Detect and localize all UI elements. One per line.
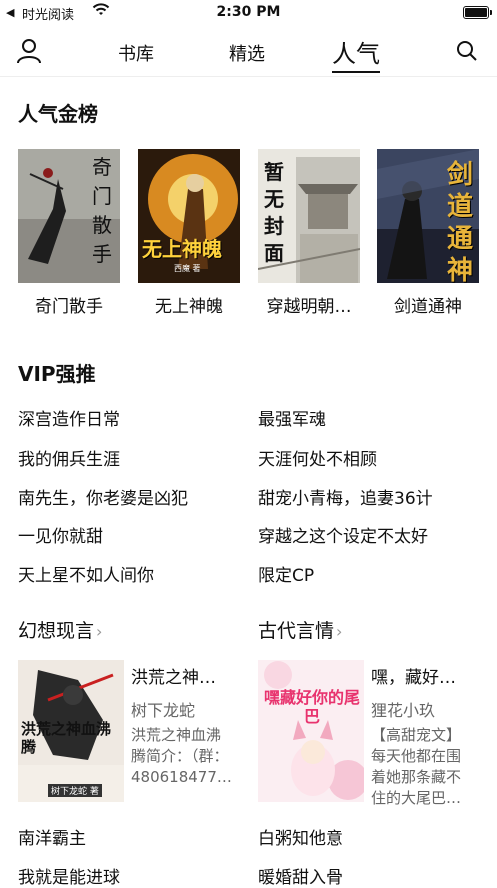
status-bar: ◀ 时光阅读 2:30 PM [0,0,497,26]
battery-icon [463,6,492,19]
category-fantasy-cover[interactable]: 洪荒之神血沸腾 树下龙蛇 著 [18,660,124,802]
book-cover-3-title: 暂无封面 [264,160,284,265]
category-ancient-link-1[interactable]: 白粥知他意 [258,824,343,849]
category-ancient-cover-title: 嘿藏好你的尾巴 [264,688,361,726]
tab-featured[interactable]: 精选 [229,40,265,66]
book-cover-2-author: 西魔 著 [174,264,201,273]
chevron-right-icon: › [96,622,103,641]
book-cover-2[interactable]: 无上神魄 西魔 著 [138,149,240,283]
vip-book-right-4[interactable]: 穿越之这个设定不太好 [258,522,428,547]
category-fantasy-cover-author: 树下龙蛇 著 [48,784,102,797]
category-fantasy-book-desc: 洪荒之神血沸腾简介：（群：480618477… [131,726,232,786]
user-icon[interactable] [16,38,42,64]
book-cover-2-title: 无上神魄 [142,237,222,261]
book-title-3[interactable]: 穿越明朝… [244,292,374,317]
book-cover-1-title: 奇门散手 [92,155,112,266]
book-title-4[interactable]: 剑道通神 [363,292,493,317]
category-fantasy-link-1[interactable]: 南洋霸主 [18,824,86,849]
category-ancient-cover[interactable]: 嘿藏好你的尾巴 [258,660,364,802]
section-title-vip: VIP强推 [18,362,96,386]
section-title-hot: 人气金榜 [18,102,98,126]
category-fantasy-title: 幻想现言 [18,620,95,642]
category-fantasy-header[interactable]: 幻想现言 › [18,616,102,643]
book-cover-3[interactable]: 暂无封面 [258,149,360,283]
category-fantasy-book-author: 树下龙蛇 [131,701,196,720]
search-icon[interactable] [456,40,478,62]
category-ancient-book-name[interactable]: 嘿，藏好… [371,663,481,688]
book-title-1[interactable]: 奇门散手 [4,292,134,317]
category-fantasy-cover-title: 洪荒之神血沸腾 [21,720,112,756]
book-cover-4-title: 剑道通神 [447,160,474,283]
category-ancient-book-author: 狸花小玖 [371,701,436,720]
vip-book-right-3[interactable]: 甜宠小青梅，追妻36计 [258,484,433,509]
category-fantasy-book-name[interactable]: 洪荒之神… [131,663,241,688]
category-ancient-link-2[interactable]: 暖婚甜入骨 [258,863,343,888]
chevron-right-icon: › [336,622,343,641]
vip-book-left-3[interactable]: 南先生，你老婆是凶犯 [18,484,188,509]
vip-book-right-1[interactable]: 最强军魂 [258,405,326,430]
vip-book-left-2[interactable]: 我的佣兵生涯 [18,445,120,470]
vip-book-left-4[interactable]: 一见你就甜 [18,522,103,547]
vip-book-right-5[interactable]: 限定CP [258,561,314,586]
book-cover-1[interactable]: 奇门散手 [18,149,120,283]
category-ancient-title: 古代言情 [258,620,335,642]
clock: 2:30 PM [216,4,281,20]
vip-book-left-5[interactable]: 天上星不如人间你 [18,561,154,586]
book-cover-4[interactable]: 剑道通神 [377,149,479,283]
category-fantasy-link-2[interactable]: 我就是能进球 [18,863,120,888]
book-title-2[interactable]: 无上神魄 [124,292,254,317]
top-nav: 书库 精选 人气 [0,26,497,77]
category-ancient-book-desc: 【高甜宠文】每天他都在围着她那条藏不住的大尾巴… [371,726,462,805]
tab-popular[interactable]: 人气 [332,34,380,73]
vip-book-right-2[interactable]: 天涯何处不相顾 [258,445,377,470]
vip-book-left-1[interactable]: 深宫造作日常 [18,405,120,430]
tab-library[interactable]: 书库 [118,40,154,66]
category-ancient-header[interactable]: 古代言情 › [258,616,342,643]
